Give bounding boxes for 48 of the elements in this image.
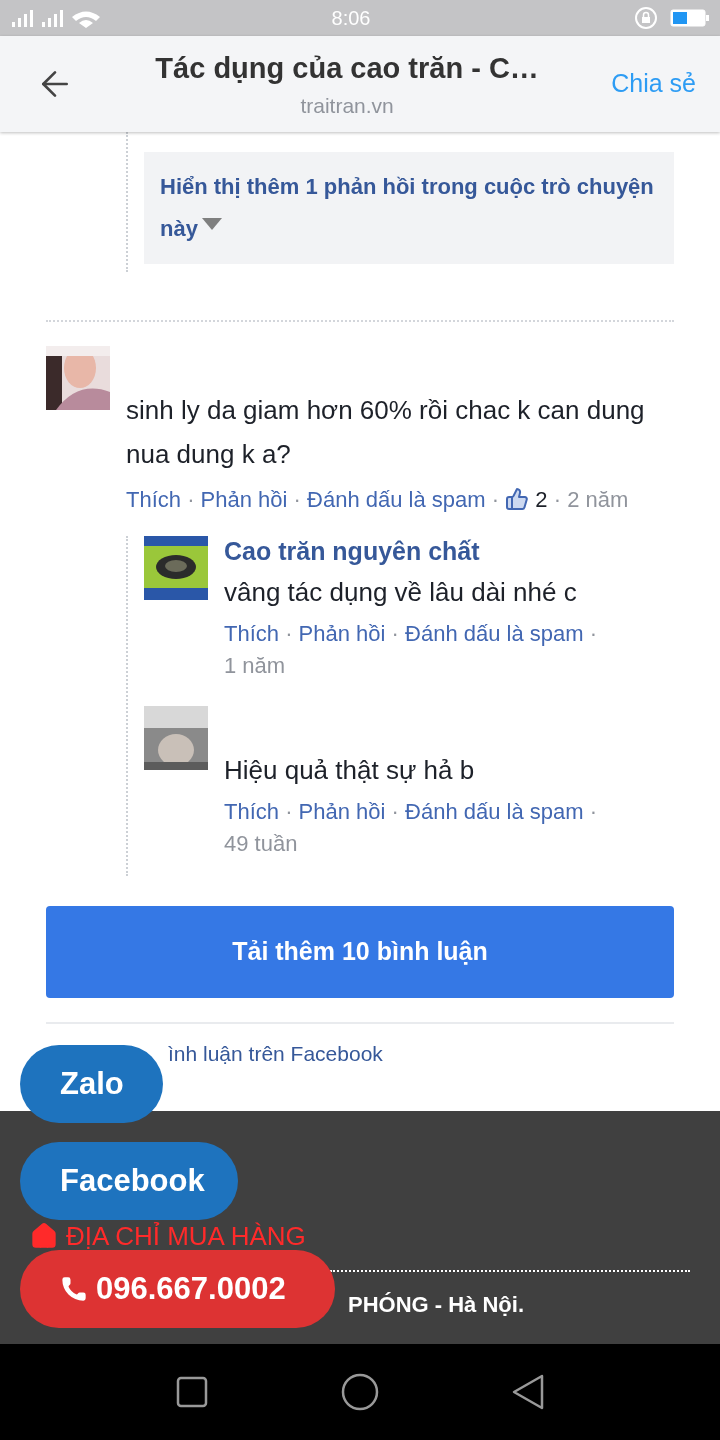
reply-text: vâng tác dụng về lâu dài nhé c: [224, 576, 578, 609]
recents-icon[interactable]: [176, 1376, 209, 1408]
comment-text: sinh ly da giam hơn 60% rồi chac k can dung nua dung k a?: [126, 394, 646, 471]
comment-time: 2 năm: [567, 487, 629, 512]
load-more-button[interactable]: Tải thêm 10 bình luận: [46, 906, 674, 998]
more-replies-button[interactable]: Hiển thị thêm 1 phản hồi trong cuộc trò chuyện này: [144, 152, 674, 264]
separator-dot: ·: [390, 621, 400, 646]
separator-dot: ·: [284, 799, 294, 824]
battery-icon: [670, 8, 710, 28]
page-title: Tác dụng của cao trăn - C…: [155, 50, 539, 86]
separator-dot: ·: [588, 799, 598, 824]
separator-dot: ·: [292, 487, 302, 512]
contact-button[interactable]: Facebook: [20, 1142, 238, 1220]
home-circle-icon[interactable]: [341, 1373, 379, 1411]
separator-dot: ·: [552, 487, 562, 512]
rotation-lock-icon: [634, 6, 658, 30]
like-count: 2: [534, 487, 548, 512]
thumbs-up-icon: [505, 487, 530, 512]
caret-icon: [201, 218, 222, 231]
phone-icon: [60, 1275, 88, 1303]
action-link[interactable]: Phản hồi: [298, 621, 386, 646]
separator-dot: ·: [490, 487, 501, 512]
signal-icon: [10, 8, 100, 28]
author-name[interactable]: Cao trăn nguyên chất: [224, 532, 480, 570]
call-button[interactable]: 096.667.0002: [20, 1250, 335, 1328]
back-triangle-icon[interactable]: [511, 1374, 544, 1410]
action-link[interactable]: Phản hồi: [200, 487, 288, 512]
page-domain: traitran.vn: [300, 93, 394, 119]
action-link[interactable]: Thích: [126, 487, 182, 512]
home-icon: [30, 1222, 58, 1250]
action-link[interactable]: Phản hồi: [298, 799, 386, 824]
action-link[interactable]: Thích: [224, 621, 280, 646]
action-link[interactable]: Đánh dấu là spam: [405, 799, 584, 824]
clock: 8:06: [330, 6, 372, 31]
separator-dot: ·: [284, 621, 294, 646]
reply-text: Hiệu quả thật sự hả b: [224, 754, 476, 787]
separator-dot: ·: [186, 487, 196, 512]
footer-heading: ĐỊA CHỈ MUA HÀNG: [66, 1223, 306, 1249]
action-link[interactable]: Đánh dấu là spam: [307, 487, 486, 512]
comment-time: 49 tuần: [224, 831, 298, 856]
action-link[interactable]: Đánh dấu là spam: [405, 621, 584, 646]
facebook-plugin-note[interactable]: ình luận trên Facebook: [168, 1042, 383, 1065]
footer-address: PHÓNG - Hà Nội.: [348, 1292, 524, 1317]
contact-button[interactable]: Zalo: [20, 1045, 163, 1123]
separator-dot: ·: [390, 799, 400, 824]
separator-dot: ·: [588, 621, 598, 646]
action-link[interactable]: Thích: [224, 799, 280, 824]
comment-time: 1 năm: [224, 653, 286, 678]
